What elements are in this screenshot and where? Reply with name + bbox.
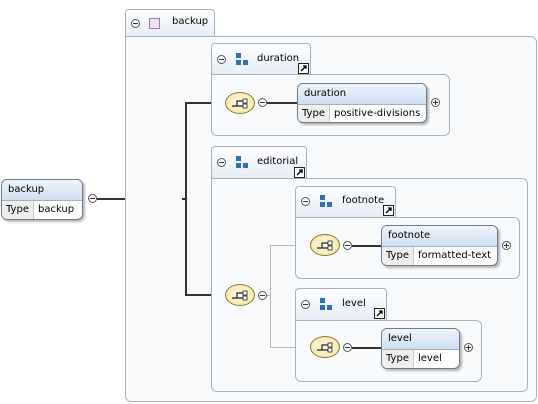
connector — [270, 245, 271, 348]
collapse-toggle-icon[interactable] — [131, 19, 140, 28]
connector — [185, 102, 187, 296]
collapse-toggle-icon[interactable] — [343, 343, 352, 352]
type-value: backup — [37, 204, 75, 215]
type-label: Type — [382, 350, 414, 368]
connector — [352, 245, 381, 247]
collapse-toggle-icon[interactable] — [301, 300, 310, 309]
collapse-toggle-icon[interactable] — [217, 158, 226, 167]
model-group-icon — [320, 298, 332, 310]
type-row: Type backup — [2, 201, 82, 219]
sequence-icon[interactable] — [225, 92, 255, 114]
model-group-icon — [236, 156, 248, 168]
element-name: backup — [2, 180, 82, 201]
collapse-toggle-icon[interactable] — [343, 241, 352, 250]
sequence-icon[interactable] — [310, 234, 340, 256]
type-row: Type formatted-text — [382, 247, 497, 265]
type-label: Type — [382, 247, 414, 265]
expand-toggle-icon[interactable] — [431, 98, 440, 107]
type-row: Type positive-divisions — [298, 105, 426, 122]
connector — [352, 347, 381, 349]
level-group-tab[interactable]: level — [295, 288, 387, 321]
type-value: level — [417, 353, 442, 364]
duration-group-tab[interactable]: duration — [211, 43, 311, 75]
sequence-icon[interactable] — [225, 284, 255, 306]
reference-arrow-icon[interactable] — [374, 308, 385, 319]
attribute-group-icon — [149, 18, 160, 29]
group-title: duration — [257, 53, 300, 64]
reference-arrow-icon[interactable] — [383, 205, 394, 216]
model-group-icon — [320, 195, 332, 207]
element-name: duration — [298, 84, 426, 105]
collapse-toggle-icon[interactable] — [88, 194, 97, 203]
expand-toggle-icon[interactable] — [464, 343, 473, 352]
reference-arrow-icon[interactable] — [294, 167, 305, 178]
collapse-toggle-icon[interactable] — [258, 98, 267, 107]
backup-group-tab[interactable]: backup — [125, 9, 215, 37]
type-label: Type — [2, 201, 34, 219]
element-name: footnote — [382, 226, 497, 247]
element-footnote[interactable]: footnote Type formatted-text — [381, 225, 498, 266]
type-label: Type — [298, 105, 330, 122]
collapse-toggle-icon[interactable] — [217, 55, 226, 64]
type-value: positive-divisions — [333, 108, 421, 119]
connector — [267, 102, 297, 104]
sequence-icon[interactable] — [310, 336, 340, 358]
model-group-icon — [236, 53, 248, 65]
root-element-backup[interactable]: backup Type backup — [1, 179, 83, 220]
footnote-group-tab[interactable]: footnote — [295, 186, 396, 218]
collapse-toggle-icon[interactable] — [258, 291, 267, 300]
group-title: level — [342, 298, 366, 309]
group-title: backup — [172, 16, 209, 27]
reference-arrow-icon[interactable] — [298, 63, 309, 74]
element-name: level — [382, 329, 459, 350]
element-level[interactable]: level Type level — [381, 328, 460, 369]
group-title: footnote — [342, 195, 385, 206]
element-duration[interactable]: duration Type positive-divisions — [297, 83, 427, 123]
type-value: formatted-text — [417, 250, 492, 261]
type-row: Type level — [382, 350, 459, 368]
collapse-toggle-icon[interactable] — [301, 197, 310, 206]
group-title: editorial — [257, 156, 299, 167]
editorial-group-tab[interactable]: editorial — [211, 146, 307, 179]
expand-toggle-icon[interactable] — [502, 241, 511, 250]
